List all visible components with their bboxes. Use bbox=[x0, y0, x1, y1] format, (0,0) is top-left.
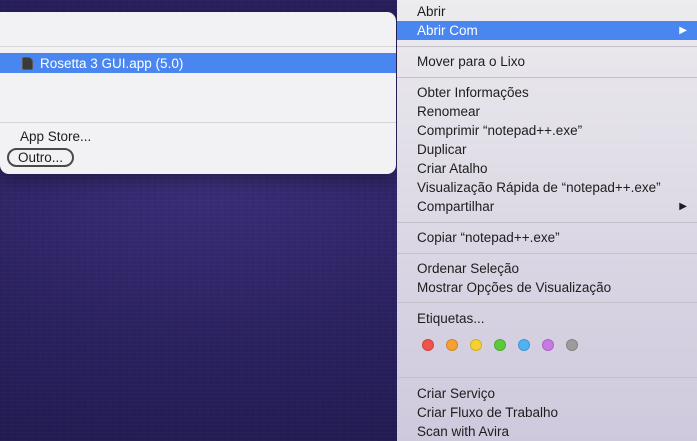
menu-item-rosetta-app[interactable]: Rosetta 3 GUI.app (5.0) bbox=[0, 53, 396, 73]
menu-item-ordenar-selecao[interactable]: Ordenar Seleção bbox=[397, 259, 697, 278]
separator bbox=[397, 377, 697, 378]
separator bbox=[0, 122, 396, 123]
menu-item-scan-avira[interactable]: Scan with Avira bbox=[397, 422, 697, 441]
menu-item-abrir[interactable]: Abrir bbox=[397, 2, 697, 21]
separator bbox=[397, 46, 697, 47]
open-with-submenu: Rosetta 3 GUI.app (5.0) App Store... Out… bbox=[0, 12, 396, 174]
menu-item-obter-informacoes[interactable]: Obter Informações bbox=[397, 83, 697, 102]
menu-item-label: Abrir Com bbox=[417, 23, 478, 38]
separator bbox=[397, 77, 697, 78]
menu-item-criar-atalho[interactable]: Criar Atalho bbox=[397, 159, 697, 178]
submenu-arrow-icon: ▶ bbox=[679, 201, 687, 212]
tag-red-icon[interactable] bbox=[422, 339, 434, 351]
tag-purple-icon[interactable] bbox=[542, 339, 554, 351]
menu-item-label: Compartilhar bbox=[417, 199, 495, 214]
menu-item-copiar[interactable]: Copiar “notepad++.exe” bbox=[397, 228, 697, 247]
menu-item-mostrar-opcoes[interactable]: Mostrar Opções de Visualização bbox=[397, 278, 697, 297]
menu-item-comprimir[interactable]: Comprimir “notepad++.exe” bbox=[397, 121, 697, 140]
other-button[interactable]: Outro... bbox=[7, 148, 74, 167]
menu-item-mover-lixo[interactable]: Mover para o Lixo bbox=[397, 52, 697, 71]
menu-item-renomear[interactable]: Renomear bbox=[397, 102, 697, 121]
application-icon bbox=[22, 56, 33, 70]
menu-item-duplicar[interactable]: Duplicar bbox=[397, 140, 697, 159]
tag-yellow-icon[interactable] bbox=[470, 339, 482, 351]
tag-orange-icon[interactable] bbox=[446, 339, 458, 351]
separator bbox=[0, 46, 396, 47]
separator bbox=[397, 222, 697, 223]
separator bbox=[397, 253, 697, 254]
tag-blue-icon[interactable] bbox=[518, 339, 530, 351]
tag-gray-icon[interactable] bbox=[566, 339, 578, 351]
menu-item-criar-fluxo[interactable]: Criar Fluxo de Trabalho bbox=[397, 403, 697, 422]
tag-green-icon[interactable] bbox=[494, 339, 506, 351]
menu-item-app-store[interactable]: App Store... bbox=[20, 129, 91, 144]
menu-item-abrir-com[interactable]: Abrir Com ▶ bbox=[397, 21, 697, 40]
menu-item-compartilhar[interactable]: Compartilhar ▶ bbox=[397, 197, 697, 216]
menu-item-criar-servico[interactable]: Criar Serviço bbox=[397, 384, 697, 403]
context-menu: Abrir Abrir Com ▶ Mover para o Lixo Obte… bbox=[397, 0, 697, 441]
menu-item-visualizacao-rapida[interactable]: Visualização Rápida de “notepad++.exe” bbox=[397, 178, 697, 197]
separator bbox=[397, 302, 697, 303]
submenu-arrow-icon: ▶ bbox=[679, 25, 687, 36]
menu-item-etiquetas[interactable]: Etiquetas... bbox=[397, 309, 697, 328]
menu-item-label: Rosetta 3 GUI.app (5.0) bbox=[40, 55, 184, 71]
